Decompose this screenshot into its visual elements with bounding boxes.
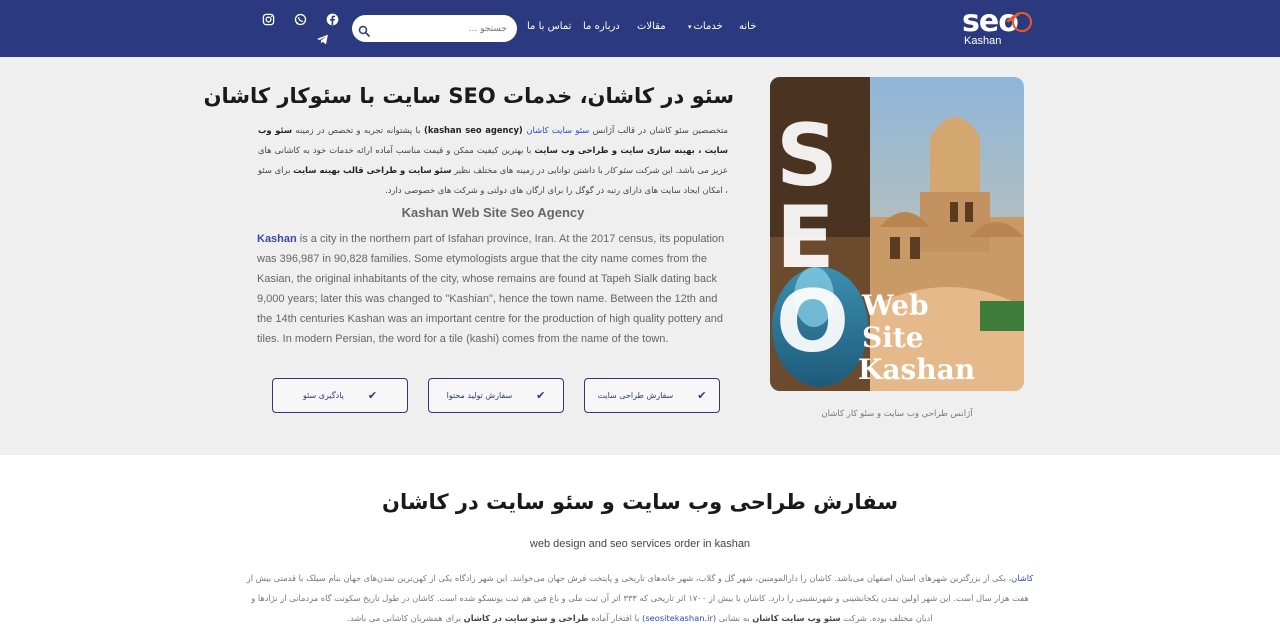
nav-about[interactable]: درباره ما <box>583 21 620 32</box>
search-input[interactable] <box>372 20 507 37</box>
nav-home[interactable]: خانه <box>739 21 756 32</box>
nav-contact[interactable]: تماس با ما <box>527 21 571 32</box>
section-body-3: با افتخار آماده <box>588 613 643 623</box>
search-box <box>352 15 517 42</box>
order-site-design-button[interactable]: ✔ سفارش طراحی سایت <box>584 378 720 413</box>
site-logo[interactable]: seo Kashan <box>962 4 1034 50</box>
check-icon: ✔ <box>536 389 546 402</box>
nav-articles[interactable]: مقالات <box>637 21 666 32</box>
button-label: یادگیری سئو <box>302 391 344 400</box>
button-label: سفارش طراحی سایت <box>597 391 674 400</box>
hero-intro-fa: متخصصین سئو کاشان در قالب آژانس سئو سایت… <box>258 120 728 200</box>
hero-intro-en: Kashan is a city in the northern part of… <box>257 229 729 349</box>
kashan-fa-link[interactable]: کاشان <box>1011 573 1033 583</box>
kashan-link[interactable]: Kashan <box>257 233 297 245</box>
hero-title: سئو در کاشان، خدمات SEO سایت با سئوکار ک… <box>203 84 734 108</box>
section-bold-1: سئو وب سایت کاشان <box>752 613 841 623</box>
section-body-4: برای همشریان کاشانی می باشد. <box>347 613 464 623</box>
image-word-kashan: Kashan <box>858 353 975 386</box>
hero-image: S E O Web Site Kashan <box>770 77 1024 391</box>
hero-en-text: is a city in the northern part of Isfaha… <box>257 233 725 345</box>
hero-italic: شرکت سئو کار <box>605 165 660 175</box>
image-letter-o: O <box>776 272 849 372</box>
hero-subtitle: Kashan Web Site Seo Agency <box>401 205 585 220</box>
section-body-2: به نشانی <box>716 613 753 623</box>
agency-name: (kashan seo agency) <box>420 125 527 135</box>
hero-bold-2: سئو سایت و طراحی قالب بهینه سایت <box>293 165 452 175</box>
facebook-icon[interactable] <box>325 12 339 26</box>
nav-services-label: خدمات <box>693 21 723 32</box>
button-label: سفارش تولید محتوا <box>446 391 513 400</box>
learn-seo-button[interactable]: ✔ یادگیری سئو <box>272 378 408 413</box>
image-word-web: Web <box>861 289 929 322</box>
telegram-icon[interactable] <box>315 32 329 46</box>
order-content-button[interactable]: ✔ سفارش تولید محتوا <box>428 378 564 413</box>
check-icon: ✔ <box>697 389 707 402</box>
section-subtitle: web design and seo services order in kas… <box>529 538 751 550</box>
image-word-site: Site <box>862 321 924 354</box>
instagram-icon[interactable] <box>261 12 275 26</box>
chevron-down-icon: ▾ <box>688 23 692 31</box>
logo-subtext: Kashan <box>964 35 1002 47</box>
section-body: کاشان، یکی از بزرگترین شهرهای استان اصفه… <box>244 568 1036 628</box>
section-bold-2: طراحی و سئو سایت در کاشان <box>463 613 589 623</box>
check-icon: ✔ <box>367 389 378 402</box>
search-icon[interactable] <box>358 22 370 37</box>
hero-body-1: با پشتوانه تجربه و تخصص در زمینه <box>292 125 421 135</box>
hero-image-caption: آژانس طراحی وب سایت و سئو کار کاشان <box>821 409 973 419</box>
nav-services[interactable]: خدمات▾ <box>688 21 723 32</box>
hero-intro-text: متخصصین سئو کاشان در قالب آژانس <box>589 125 729 135</box>
whatsapp-icon[interactable] <box>293 12 307 26</box>
seo-kashan-link[interactable]: سئو سایت کاشان <box>526 125 589 135</box>
site-header: seo Kashan خانه خدمات▾ مقالات درباره ما … <box>0 0 1280 57</box>
site-url-link[interactable]: (seositekashan.ir) <box>642 613 716 623</box>
hero-body-3: با داشتن توانایی در زمینه های مختلف نظیر <box>451 165 606 175</box>
section-title: سفارش طراحی وب سایت و سئو سایت در کاشان <box>382 490 898 514</box>
